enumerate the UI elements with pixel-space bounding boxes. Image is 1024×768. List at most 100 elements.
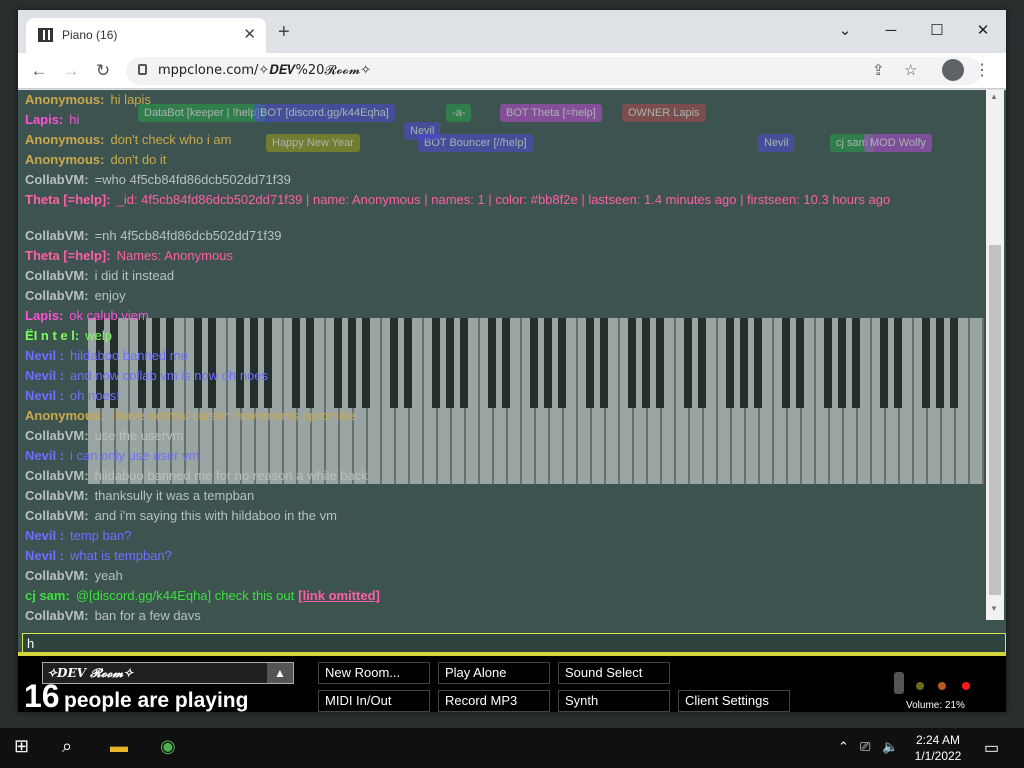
user-name-tag[interactable]: BOT [discord.gg/k44Eqha] — [254, 104, 395, 122]
player-count: 16 people are playing — [24, 678, 248, 712]
chat-author: CollabVM: — [25, 428, 89, 443]
midi-button[interactable]: MIDI In/Out — [318, 690, 430, 712]
play-alone-button[interactable]: Play Alone — [438, 662, 550, 684]
status-led-green — [916, 682, 924, 690]
sound-select-button[interactable]: Sound Select — [558, 662, 670, 684]
url-text: mppclone.com/✧𝑫𝑬𝑽%20𝓡𝓸𝓸𝓶✧ — [158, 63, 372, 78]
close-tab-icon[interactable]: ✕ — [243, 25, 256, 43]
chat-author: ЁI n t e l: — [25, 328, 80, 343]
controls-bar: ✧𝑫𝑬𝑽 𝓡𝓸𝓸𝓶✧ ▲ 16 people are playing New R… — [18, 652, 1006, 712]
minimize-button[interactable]: ─ — [868, 16, 914, 46]
volume-knob[interactable] — [894, 672, 904, 694]
address-bar[interactable]: mppclone.com/✧𝑫𝑬𝑽%20𝓡𝓸𝓸𝓶✧ ⇪ ☆ — [126, 57, 982, 85]
chevron-up-icon[interactable]: ▲ — [267, 663, 293, 683]
chat-text: and i'm saying this with hildaboo in the… — [94, 508, 337, 523]
maximize-button[interactable]: ☐ — [914, 16, 960, 46]
chat-message: Nevil : oh noes! — [25, 388, 981, 404]
chat-message: CollabVM: yeah — [25, 568, 981, 584]
share-icon[interactable]: ⇪ — [872, 61, 885, 79]
chat-message: cj sam: @[discord.gg/k44Eqha] check this … — [25, 588, 981, 604]
menu-icon[interactable]: ⋮ — [974, 60, 990, 80]
back-button[interactable]: ← — [26, 58, 52, 84]
chat-text: i did it instead — [94, 268, 175, 283]
scroll-up-icon[interactable]: ▲ — [990, 92, 998, 101]
chat-text: don't do it — [110, 152, 167, 167]
windows-start-icon[interactable]: ⊞ — [14, 736, 29, 757]
user-name-tag[interactable]: DataBot [keeper | !help] — [138, 104, 266, 122]
chat-author: Theta [=help]: — [25, 192, 111, 207]
star-icon[interactable]: ☆ — [904, 61, 917, 79]
lock-icon — [138, 64, 147, 75]
user-name-tag[interactable]: Happy New Year — [266, 134, 360, 152]
profile-avatar[interactable] — [942, 59, 964, 81]
volume-label: Volume: 21% — [906, 700, 965, 711]
chat-message: Anonymous: i have normal cursor movements… — [25, 408, 981, 424]
chat-author: CollabVM: — [25, 568, 89, 583]
close-window-button[interactable]: ✕ — [960, 16, 1006, 46]
chat-text: oh noes! — [70, 388, 120, 403]
chat-text: ban for a few days — [94, 608, 201, 620]
notification-icon[interactable]: ▭ — [984, 738, 999, 758]
chat-input[interactable] — [23, 634, 1005, 652]
taskbar: ⊞ ⌕ ▬ ◉ ⌃ ⎚ 🔈 2:24 AM 1/1/2022 ▭ — [0, 728, 1024, 768]
user-name-tag[interactable]: MOD Wolfy — [864, 134, 933, 152]
chat-message: Theta [=help]: Names: Anonymous — [25, 248, 981, 264]
reload-button[interactable]: ↻ — [90, 58, 116, 84]
chat-message: CollabVM: ban for a few days — [25, 608, 981, 620]
chat-author: Theta [=help]: — [25, 248, 111, 263]
chat-message: Theta [=help]: _id: 4f5cb84fd86dcb502dd71… — [25, 192, 981, 208]
chat-author: Nevil : — [25, 448, 65, 463]
forward-button[interactable]: → — [58, 58, 84, 84]
chat-author: Anonymous: — [25, 92, 105, 107]
chat-text: hildaboo banned me — [70, 348, 188, 363]
chat-text: yeah — [94, 568, 123, 583]
new-room-button[interactable]: New Room... — [318, 662, 430, 684]
chrome-icon[interactable]: ◉ — [160, 736, 176, 757]
user-name-tag[interactable]: OWNER Lapis — [622, 104, 706, 122]
chat-text: use the uservm — [94, 428, 184, 443]
clock[interactable]: 2:24 AM 1/1/2022 — [900, 732, 976, 764]
chevron-up-icon[interactable]: ⌃ — [838, 739, 849, 755]
chat-link[interactable]: [link omitted] — [298, 588, 380, 603]
record-mp3-button[interactable]: Record MP3 — [438, 690, 550, 712]
chat-log: Anonymous: hi lapis Lapis: hi Anonymous: don'… — [18, 90, 986, 620]
chat-text: and now collab vm is now oh noes — [70, 368, 269, 383]
chat-input-box[interactable] — [22, 633, 1006, 653]
chat-message: Nevil : what is tempban? — [25, 548, 981, 564]
chat-text: hildaboo banned me for no reason a while… — [94, 468, 368, 483]
user-name-tag[interactable]: Nevil — [404, 122, 441, 140]
status-led-orange — [938, 682, 946, 690]
piano-icon — [38, 28, 53, 42]
tab-piano[interactable]: Piano (16) ✕ — [26, 18, 266, 53]
network-icon[interactable]: ⎚ — [860, 739, 870, 755]
clock-time: 2:24 AM — [915, 733, 961, 747]
scroll-down-icon[interactable]: ▼ — [990, 604, 998, 613]
chat-text: what is tempban? — [70, 548, 172, 563]
chat-message: Lapis: ok calub viem — [25, 308, 981, 324]
file-explorer-icon[interactable]: ▬ — [110, 736, 128, 757]
chat-author: CollabVM: — [25, 508, 89, 523]
chat-text: ok calub viem — [69, 308, 149, 323]
client-settings-button[interactable]: Client Settings — [678, 690, 790, 712]
chat-author: Lapis: — [25, 112, 64, 127]
user-name-tag[interactable]: Nevil — [758, 134, 795, 152]
synth-button[interactable]: Synth — [558, 690, 670, 712]
player-count-number: 16 — [24, 678, 60, 712]
search-icon[interactable]: ⌕ — [62, 736, 72, 757]
tab-search-icon[interactable]: ⌄ — [822, 16, 868, 46]
chat-message: CollabVM: i did it instead — [25, 268, 981, 284]
user-name-tag[interactable]: -a- — [446, 104, 472, 122]
chat-message: Nevil : i can only use user vm — [25, 448, 981, 464]
chat-author: Nevil : — [25, 368, 65, 383]
chat-author: Nevil : — [25, 348, 65, 363]
volume-icon[interactable]: 🔈 — [882, 739, 898, 755]
new-tab-button[interactable]: + — [278, 22, 290, 42]
chat-scrollbar[interactable]: ▲ ▼ — [986, 90, 1004, 620]
chat-message: Nevil : and now collab vm is now oh noes — [25, 368, 981, 384]
clock-date: 1/1/2022 — [914, 749, 962, 763]
user-name-tag[interactable]: BOT Theta [=help] — [500, 104, 602, 122]
scroll-thumb[interactable] — [989, 245, 1001, 595]
chat-text: hi — [69, 112, 80, 127]
chat-author: CollabVM: — [25, 488, 89, 503]
chat-author: CollabVM: — [25, 268, 89, 283]
